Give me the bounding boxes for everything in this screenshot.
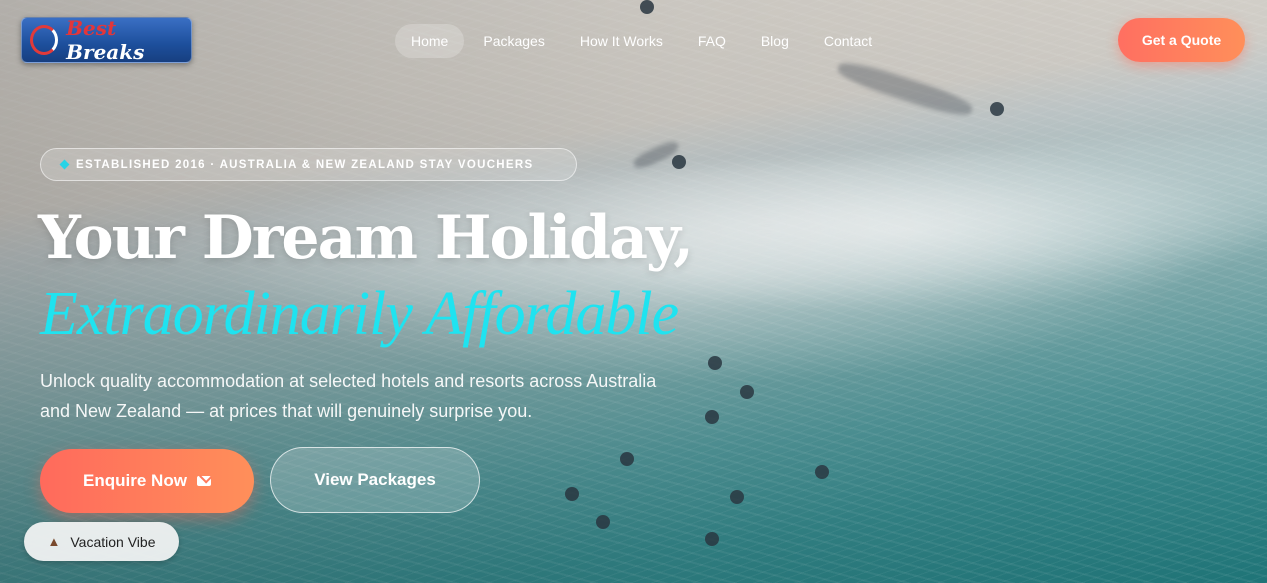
nav-item-faq[interactable]: FAQ — [682, 24, 742, 58]
enquire-now-label: Enquire Now — [83, 471, 187, 490]
swimmer — [815, 465, 829, 479]
swimmer — [705, 532, 719, 546]
mail-icon — [196, 476, 211, 486]
swimmer — [708, 356, 722, 370]
view-packages-button[interactable]: View Packages — [270, 447, 480, 513]
person-shadow — [835, 56, 975, 122]
swimmer — [730, 490, 744, 504]
enquire-now-button[interactable]: Enquire Now — [40, 449, 254, 513]
vacation-vibe-chip[interactable]: ▲ Vacation Vibe — [24, 522, 179, 561]
swimmer — [620, 452, 634, 466]
hero-title-highlight: Extraordinarily Affordable — [40, 280, 679, 348]
diamond-icon — [59, 159, 70, 170]
swimmer — [705, 410, 719, 424]
vacation-vibe-label: Vacation Vibe — [70, 533, 156, 550]
palm-tree-icon: ▲ — [47, 534, 61, 549]
logo-swirl-icon — [30, 25, 59, 55]
swimmer — [740, 385, 754, 399]
badge-text: ESTABLISHED 2016 · AUSTRALIA & NEW ZEALA… — [76, 158, 534, 171]
beach-person — [640, 0, 654, 14]
logo-text: Best Breaks — [66, 16, 191, 64]
nav-item-home[interactable]: Home — [395, 24, 465, 58]
get-quote-button[interactable]: Get a Quote — [1118, 18, 1245, 62]
nav-item-packages[interactable]: Packages — [467, 24, 560, 58]
nav-item-how-it-works[interactable]: How It Works — [564, 24, 679, 58]
beach-person — [990, 102, 1004, 116]
nav-item-blog[interactable]: Blog — [745, 24, 805, 58]
person-shadow — [631, 138, 681, 172]
swimmer — [596, 515, 610, 529]
logo-word-best: Best — [66, 16, 117, 40]
nav-item-contact[interactable]: Contact — [808, 24, 888, 58]
brand-logo[interactable]: Best Breaks — [21, 16, 192, 64]
hero-subtitle: Unlock quality accommodation at selected… — [40, 371, 657, 421]
main-nav: Home Packages How It Works FAQ Blog Cont… — [395, 24, 891, 58]
swimmer — [565, 487, 579, 501]
hero-title: Your Dream Holiday, — [38, 203, 694, 273]
established-badge: ESTABLISHED 2016 · AUSTRALIA & NEW ZEALA… — [40, 148, 577, 181]
logo-word-breaks: Breaks — [66, 40, 145, 64]
beach-person — [672, 155, 686, 169]
